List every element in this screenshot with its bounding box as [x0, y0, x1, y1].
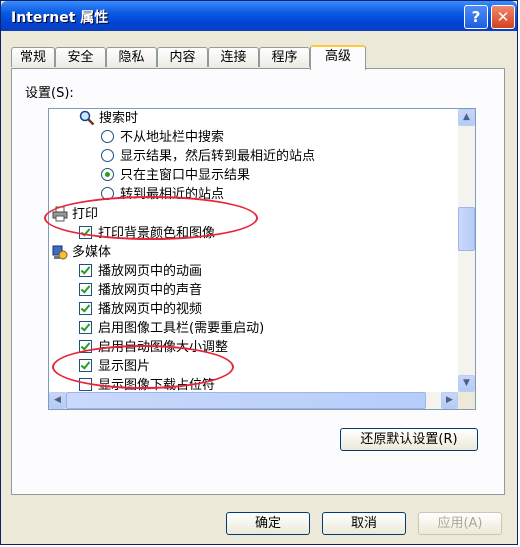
checkbox[interactable]: [79, 378, 92, 391]
list-item[interactable]: 启用自动图像大小调整: [79, 338, 228, 357]
list-item[interactable]: 播放网页中的声音: [79, 281, 202, 300]
checkbox[interactable]: [79, 264, 92, 277]
close-button[interactable]: ✕: [491, 5, 515, 29]
cancel-button[interactable]: 取消: [322, 512, 406, 535]
help-button[interactable]: ?: [464, 5, 488, 29]
restore-defaults-button[interactable]: 还原默认设置(R): [340, 428, 478, 451]
horizontal-scrollbar[interactable]: ◀ ▶: [49, 392, 458, 409]
checkbox[interactable]: [79, 302, 92, 315]
list-item[interactable]: 不从地址栏中搜索: [101, 128, 224, 147]
tab-advanced[interactable]: 高级: [310, 45, 366, 70]
list-group-search: 搜索时: [79, 109, 138, 128]
checkbox[interactable]: [79, 340, 92, 353]
multimedia-icon: [52, 245, 68, 259]
scroll-up-arrow-icon[interactable]: ▲: [458, 109, 475, 126]
apply-button[interactable]: 应用(A): [418, 512, 502, 535]
printer-icon: [52, 206, 68, 221]
tab-general[interactable]: 常规: [11, 47, 55, 67]
list-item[interactable]: 只在主窗口中显示结果: [101, 166, 250, 185]
magnifier-icon: [79, 110, 95, 125]
settings-label: 设置(S):: [25, 86, 74, 101]
checkbox[interactable]: [79, 321, 92, 334]
radio-button[interactable]: [101, 130, 114, 143]
list-item[interactable]: 播放网页中的动画: [79, 262, 202, 281]
checkbox[interactable]: [79, 359, 92, 372]
list-item[interactable]: 打印背景颜色和图像: [79, 224, 215, 243]
list-item[interactable]: 显示图片: [79, 357, 150, 376]
checkbox[interactable]: [79, 283, 92, 296]
radio-button[interactable]: [101, 187, 114, 200]
window-title: Internet 属性: [11, 10, 109, 26]
scroll-thumb-horizontal[interactable]: [66, 392, 426, 409]
settings-list[interactable]: 搜索时 不从地址栏中搜索 显示结果，然后转到最相近的站点 只在主窗口中显示结果 …: [48, 108, 476, 410]
scroll-thumb[interactable]: [458, 207, 475, 251]
list-item[interactable]: 启用图像工具栏(需要重启动): [79, 319, 264, 338]
list-item[interactable]: 播放网页中的视频: [79, 300, 202, 319]
scroll-corner: [458, 392, 475, 409]
radio-button[interactable]: [101, 168, 114, 181]
ok-button[interactable]: 确定: [226, 512, 310, 535]
list-item[interactable]: 显示结果，然后转到最相近的站点: [101, 147, 315, 166]
checkbox[interactable]: [79, 226, 92, 239]
tab-content[interactable]: 内容: [157, 47, 208, 67]
list-group-print: 打印: [52, 205, 98, 224]
vertical-scrollbar[interactable]: ▲ ▼: [458, 109, 475, 392]
scroll-left-arrow-icon[interactable]: ◀: [49, 392, 66, 409]
tab-connections[interactable]: 连接: [208, 47, 259, 67]
scroll-right-arrow-icon[interactable]: ▶: [441, 392, 458, 409]
list-item[interactable]: 转到最相近的站点: [101, 185, 224, 204]
tab-security[interactable]: 安全: [55, 47, 106, 67]
tab-programs[interactable]: 程序: [259, 47, 310, 67]
list-group-multimedia: 多媒体: [52, 243, 111, 262]
scroll-down-arrow-icon[interactable]: ▼: [458, 375, 475, 392]
title-bar[interactable]: Internet 属性 ? ✕: [1, 1, 517, 31]
radio-button[interactable]: [101, 149, 114, 162]
tab-privacy[interactable]: 隐私: [106, 47, 157, 67]
